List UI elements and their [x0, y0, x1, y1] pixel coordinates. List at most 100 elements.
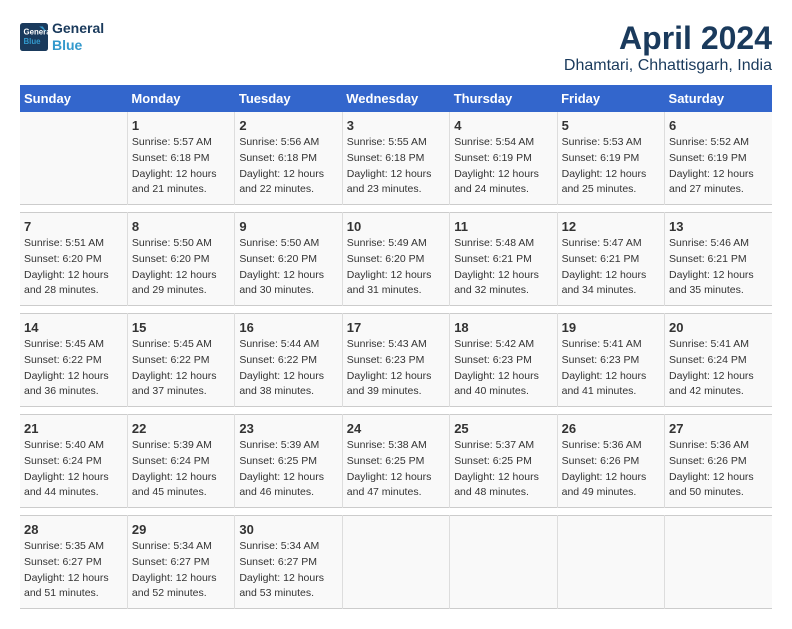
calendar-cell: 13 Sunrise: 5:46 AM Sunset: 6:21 PM Dayli… — [665, 213, 772, 306]
day-number: 13 — [669, 219, 768, 234]
calendar-cell: 28 Sunrise: 5:35 AM Sunset: 6:27 PM Dayli… — [20, 516, 127, 609]
day-info: Sunrise: 5:50 AM Sunset: 6:20 PM Dayligh… — [239, 236, 337, 299]
day-number: 25 — [454, 421, 552, 436]
day-number: 29 — [132, 522, 230, 537]
calendar-cell: 10 Sunrise: 5:49 AM Sunset: 6:20 PM Dayli… — [342, 213, 449, 306]
day-number: 11 — [454, 219, 552, 234]
calendar-week-row: 7Sunrise: 5:51 AM Sunset: 6:20 PM Daylig… — [20, 213, 772, 306]
svg-text:General: General — [24, 27, 49, 36]
day-number: 28 — [24, 522, 123, 537]
day-number: 23 — [239, 421, 337, 436]
calendar-cell: 20 Sunrise: 5:41 AM Sunset: 6:24 PM Dayli… — [665, 314, 772, 407]
calendar-cell: 16Sunrise: 5:44 AM Sunset: 6:22 PM Dayli… — [235, 314, 342, 407]
day-number: 4 — [454, 118, 552, 133]
calendar-cell — [20, 112, 127, 205]
calendar-cell — [665, 516, 772, 609]
day-info: Sunrise: 5:41 AM Sunset: 6:24 PM Dayligh… — [669, 337, 768, 400]
day-info: Sunrise: 5:57 AM Sunset: 6:18 PM Dayligh… — [132, 135, 230, 198]
calendar-cell: 8Sunrise: 5:50 AM Sunset: 6:20 PM Daylig… — [127, 213, 234, 306]
day-info: Sunrise: 5:45 AM Sunset: 6:22 PM Dayligh… — [132, 337, 230, 400]
calendar-cell: 26 Sunrise: 5:36 AM Sunset: 6:26 PM Dayli… — [557, 415, 664, 508]
day-info: Sunrise: 5:43 AM Sunset: 6:23 PM Dayligh… — [347, 337, 445, 400]
calendar-cell: 29 Sunrise: 5:34 AM Sunset: 6:27 PM Dayli… — [127, 516, 234, 609]
separator-cell — [20, 205, 772, 213]
calendar-cell: 19Sunrise: 5:41 AM Sunset: 6:23 PM Dayli… — [557, 314, 664, 407]
day-info: Sunrise: 5:42 AM Sunset: 6:23 PM Dayligh… — [454, 337, 552, 400]
title-block: April 2024 Dhamtari, Chhattisgarh, India — [564, 20, 772, 75]
day-number: 9 — [239, 219, 337, 234]
day-number: 1 — [132, 118, 230, 133]
calendar-header-row: SundayMondayTuesdayWednesdayThursdayFrid… — [20, 85, 772, 112]
day-info: Sunrise: 5:47 AM Sunset: 6:21 PM Dayligh… — [562, 236, 660, 299]
day-number: 30 — [239, 522, 337, 537]
day-info: Sunrise: 5:45 AM Sunset: 6:22 PM Dayligh… — [24, 337, 123, 400]
day-number: 7 — [24, 219, 123, 234]
week-separator — [20, 205, 772, 213]
calendar-week-row: 14 Sunrise: 5:45 AM Sunset: 6:22 PM Dayli… — [20, 314, 772, 407]
day-info: Sunrise: 5:36 AM Sunset: 6:26 PM Dayligh… — [669, 438, 768, 501]
separator-cell — [20, 508, 772, 516]
day-info: Sunrise: 5:37 AM Sunset: 6:25 PM Dayligh… — [454, 438, 552, 501]
svg-text:Blue: Blue — [24, 37, 42, 46]
calendar-cell: 25 Sunrise: 5:37 AM Sunset: 6:25 PM Dayli… — [450, 415, 557, 508]
calendar-cell: 17 Sunrise: 5:43 AM Sunset: 6:23 PM Dayli… — [342, 314, 449, 407]
day-number: 24 — [347, 421, 445, 436]
day-number: 20 — [669, 320, 768, 335]
location-title: Dhamtari, Chhattisgarh, India — [564, 57, 772, 75]
calendar-cell: 11 Sunrise: 5:48 AM Sunset: 6:21 PM Dayli… — [450, 213, 557, 306]
day-info: Sunrise: 5:39 AM Sunset: 6:25 PM Dayligh… — [239, 438, 337, 501]
calendar-cell: 21Sunrise: 5:40 AM Sunset: 6:24 PM Dayli… — [20, 415, 127, 508]
calendar-week-row: 1 Sunrise: 5:57 AM Sunset: 6:18 PM Daylig… — [20, 112, 772, 205]
day-info: Sunrise: 5:35 AM Sunset: 6:27 PM Dayligh… — [24, 539, 123, 602]
day-info: Sunrise: 5:41 AM Sunset: 6:23 PM Dayligh… — [562, 337, 660, 400]
day-info: Sunrise: 5:34 AM Sunset: 6:27 PM Dayligh… — [132, 539, 230, 602]
day-info: Sunrise: 5:36 AM Sunset: 6:26 PM Dayligh… — [562, 438, 660, 501]
day-number: 6 — [669, 118, 768, 133]
day-number: 8 — [132, 219, 230, 234]
calendar-cell: 30 Sunrise: 5:34 AM Sunset: 6:27 PM Dayli… — [235, 516, 342, 609]
calendar-cell: 5Sunrise: 5:53 AM Sunset: 6:19 PM Daylig… — [557, 112, 664, 205]
week-separator — [20, 306, 772, 314]
day-number: 10 — [347, 219, 445, 234]
weekday-header: Saturday — [665, 85, 772, 112]
day-number: 22 — [132, 421, 230, 436]
calendar-cell: 3 Sunrise: 5:55 AM Sunset: 6:18 PM Daylig… — [342, 112, 449, 205]
weekday-header: Friday — [557, 85, 664, 112]
day-info: Sunrise: 5:48 AM Sunset: 6:21 PM Dayligh… — [454, 236, 552, 299]
separator-cell — [20, 306, 772, 314]
page-header: General Blue General Blue April 2024 Dha… — [20, 20, 772, 75]
day-number: 17 — [347, 320, 445, 335]
day-info: Sunrise: 5:38 AM Sunset: 6:25 PM Dayligh… — [347, 438, 445, 501]
day-number: 3 — [347, 118, 445, 133]
calendar-cell: 18Sunrise: 5:42 AM Sunset: 6:23 PM Dayli… — [450, 314, 557, 407]
day-info: Sunrise: 5:46 AM Sunset: 6:21 PM Dayligh… — [669, 236, 768, 299]
calendar-cell: 12Sunrise: 5:47 AM Sunset: 6:21 PM Dayli… — [557, 213, 664, 306]
day-info: Sunrise: 5:55 AM Sunset: 6:18 PM Dayligh… — [347, 135, 445, 198]
calendar-cell: 1 Sunrise: 5:57 AM Sunset: 6:18 PM Daylig… — [127, 112, 234, 205]
calendar-cell: 27Sunrise: 5:36 AM Sunset: 6:26 PM Dayli… — [665, 415, 772, 508]
logo-blue: Blue — [52, 37, 104, 54]
calendar-week-row: 21Sunrise: 5:40 AM Sunset: 6:24 PM Dayli… — [20, 415, 772, 508]
separator-cell — [20, 407, 772, 415]
calendar-table: SundayMondayTuesdayWednesdayThursdayFrid… — [20, 85, 772, 609]
day-info: Sunrise: 5:49 AM Sunset: 6:20 PM Dayligh… — [347, 236, 445, 299]
calendar-cell — [342, 516, 449, 609]
calendar-cell: 6Sunrise: 5:52 AM Sunset: 6:19 PM Daylig… — [665, 112, 772, 205]
weekday-header: Monday — [127, 85, 234, 112]
day-info: Sunrise: 5:34 AM Sunset: 6:27 PM Dayligh… — [239, 539, 337, 602]
month-title: April 2024 — [564, 20, 772, 57]
day-number: 14 — [24, 320, 123, 335]
weekday-header: Sunday — [20, 85, 127, 112]
week-separator — [20, 407, 772, 415]
day-number: 5 — [562, 118, 660, 133]
day-info: Sunrise: 5:56 AM Sunset: 6:18 PM Dayligh… — [239, 135, 337, 198]
calendar-cell: 7Sunrise: 5:51 AM Sunset: 6:20 PM Daylig… — [20, 213, 127, 306]
calendar-cell: 24 Sunrise: 5:38 AM Sunset: 6:25 PM Dayli… — [342, 415, 449, 508]
day-number: 21 — [24, 421, 123, 436]
logo-general: General — [52, 20, 104, 37]
day-number: 26 — [562, 421, 660, 436]
weekday-header: Tuesday — [235, 85, 342, 112]
day-info: Sunrise: 5:39 AM Sunset: 6:24 PM Dayligh… — [132, 438, 230, 501]
calendar-cell: 14 Sunrise: 5:45 AM Sunset: 6:22 PM Dayli… — [20, 314, 127, 407]
weekday-header: Thursday — [450, 85, 557, 112]
